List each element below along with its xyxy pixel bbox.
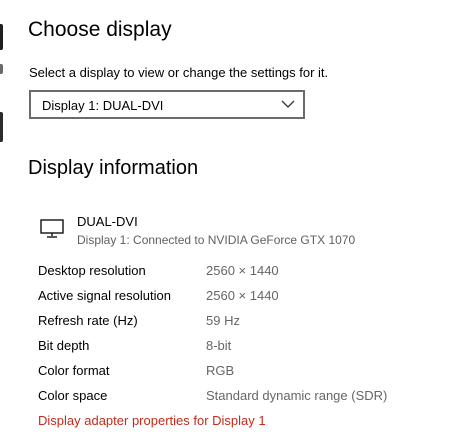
- info-row-active-signal-resolution: Active signal resolution 2560 × 1440: [38, 288, 438, 308]
- monitor-icon: [40, 219, 64, 238]
- info-value: RGB: [206, 363, 235, 378]
- display-dropdown-value: Display 1: DUAL-DVI: [42, 98, 164, 113]
- info-row-desktop-resolution: Desktop resolution 2560 × 1440: [38, 263, 438, 283]
- display-adapter-properties-link[interactable]: Display adapter properties for Display 1: [38, 413, 266, 428]
- info-value: Standard dynamic range (SDR): [206, 388, 388, 403]
- page-title: Choose display: [28, 18, 172, 41]
- info-value: 2560 × 1440: [206, 263, 279, 278]
- info-row-color-format: Color format RGB: [38, 363, 438, 383]
- chevron-down-icon: [281, 100, 295, 108]
- info-label: Color format: [38, 363, 110, 378]
- edge-mark: [0, 112, 3, 142]
- info-value: 59 Hz: [206, 313, 240, 328]
- info-label: Color space: [38, 388, 108, 403]
- display-dropdown[interactable]: Display 1: DUAL-DVI: [29, 90, 305, 119]
- edge-mark: [0, 24, 3, 50]
- info-value: 2560 × 1440: [206, 288, 279, 303]
- left-window-edge: [0, 0, 3, 436]
- device-name: DUAL-DVI: [77, 214, 138, 229]
- device-description: Display 1: Connected to NVIDIA GeForce G…: [77, 233, 356, 247]
- info-label: Active signal resolution: [38, 288, 171, 303]
- info-label: Bit depth: [38, 338, 90, 353]
- edge-mark: [0, 64, 3, 74]
- info-label: Desktop resolution: [38, 263, 146, 278]
- info-value: 8-bit: [206, 338, 232, 353]
- info-row-bit-depth: Bit depth 8-bit: [38, 338, 438, 358]
- info-row-refresh-rate: Refresh rate (Hz) 59 Hz: [38, 313, 438, 333]
- instruction-text: Select a display to view or change the s…: [29, 65, 329, 80]
- info-row-color-space: Color space Standard dynamic range (SDR): [38, 388, 438, 408]
- section-title-display-information: Display information: [28, 157, 199, 179]
- info-label: Refresh rate (Hz): [38, 313, 138, 328]
